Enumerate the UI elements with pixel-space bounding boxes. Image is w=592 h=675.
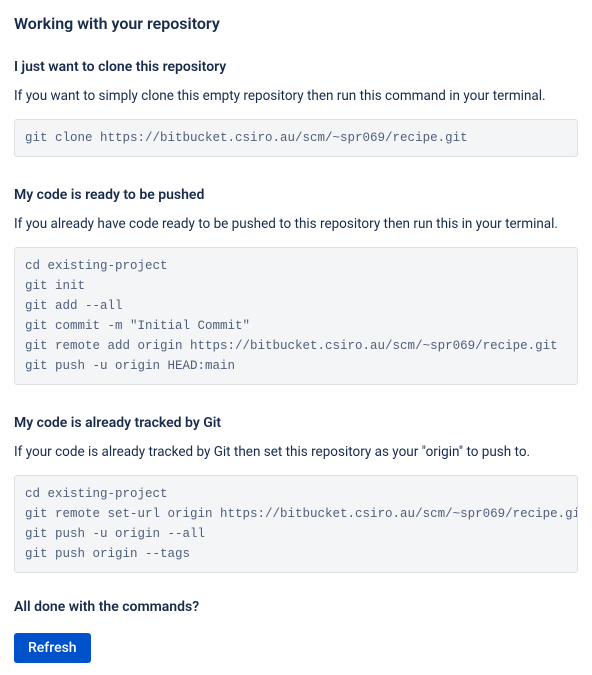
tracked-section-heading: My code is already tracked by Git: [14, 413, 578, 433]
clone-section-desc: If you want to simply clone this empty r…: [14, 87, 578, 107]
footer-heading: All done with the commands?: [14, 597, 578, 617]
clone-code-block: git clone https://bitbucket.csiro.au/scm…: [14, 119, 578, 157]
push-code-block: cd existing-project git init git add --a…: [14, 247, 578, 385]
page-title: Working with your repository: [14, 12, 578, 35]
push-section-desc: If you already have code ready to be pus…: [14, 215, 578, 235]
clone-section-heading: I just want to clone this repository: [14, 57, 578, 77]
refresh-button[interactable]: Refresh: [14, 633, 91, 663]
tracked-code-block: cd existing-project git remote set-url o…: [14, 475, 578, 573]
tracked-section-desc: If your code is already tracked by Git t…: [14, 443, 578, 463]
push-section-heading: My code is ready to be pushed: [14, 185, 578, 205]
